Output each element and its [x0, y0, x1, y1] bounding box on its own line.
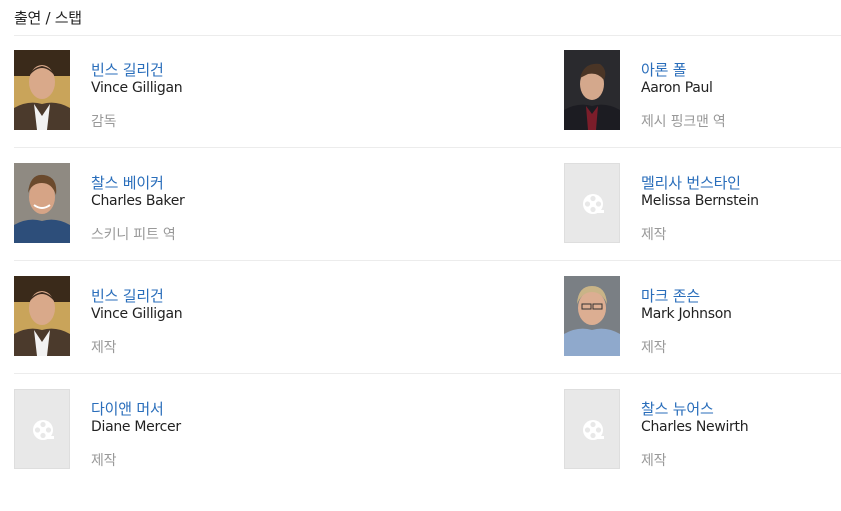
person-name-korean[interactable]: 찰스 베이커	[91, 172, 164, 193]
film-reel-placeholder-icon	[583, 194, 604, 214]
person-name-english: Melissa Bernstein	[641, 193, 759, 209]
person-card[interactable]: 마크 존슨 Mark Johnson 제작	[564, 276, 824, 358]
person-role: 제작	[641, 340, 667, 356]
person-name-korean[interactable]: 마크 존슨	[641, 285, 700, 306]
person-card[interactable]: 빈스 길리건 Vince Gilligan 제작	[14, 276, 274, 358]
divider	[14, 147, 841, 148]
divider	[14, 260, 841, 261]
person-name-korean[interactable]: 멜리사 번스타인	[641, 172, 741, 193]
person-name-korean[interactable]: 아론 폴	[641, 59, 687, 80]
person-photo[interactable]	[14, 276, 70, 356]
person-name-english: Charles Baker	[91, 193, 185, 209]
person-role: 제시 핑크맨 역	[641, 114, 726, 130]
film-reel-placeholder-icon	[33, 420, 54, 440]
person-name-english: Vince Gilligan	[91, 80, 183, 96]
person-card[interactable]: 멜리사 번스타인 Melissa Bernstein 제작	[564, 163, 824, 245]
person-name-english: Charles Newirth	[641, 419, 749, 435]
person-name-korean[interactable]: 빈스 길리건	[91, 59, 164, 80]
person-role: 제작	[91, 453, 117, 469]
person-role: 감독	[91, 114, 117, 130]
person-card[interactable]: 다이앤 머서 Diane Mercer 제작	[14, 389, 274, 471]
person-photo[interactable]	[564, 276, 620, 356]
person-photo[interactable]	[564, 50, 620, 130]
divider	[14, 35, 841, 36]
person-name-english: Aaron Paul	[641, 80, 713, 96]
person-name-korean[interactable]: 찰스 뉴어스	[641, 398, 714, 419]
person-photo[interactable]	[14, 163, 70, 243]
person-card[interactable]: 빈스 길리건 Vince Gilligan 감독	[14, 50, 274, 132]
section-title: 출연 / 스탭	[14, 9, 82, 27]
person-photo[interactable]	[14, 50, 70, 130]
person-name-english: Mark Johnson	[641, 306, 732, 322]
person-card[interactable]: 아론 폴 Aaron Paul 제시 핑크맨 역	[564, 50, 824, 132]
person-role: 제작	[641, 453, 667, 469]
photo-placeholder[interactable]	[564, 163, 620, 243]
film-reel-placeholder-icon	[583, 420, 604, 440]
divider	[14, 373, 841, 374]
person-name-korean[interactable]: 다이앤 머서	[91, 398, 164, 419]
person-card[interactable]: 찰스 뉴어스 Charles Newirth 제작	[564, 389, 824, 471]
person-name-korean[interactable]: 빈스 길리건	[91, 285, 164, 306]
person-name-english: Vince Gilligan	[91, 306, 183, 322]
photo-placeholder[interactable]	[14, 389, 70, 469]
person-role: 스키니 피트 역	[91, 227, 176, 243]
person-role: 제작	[91, 340, 117, 356]
person-role: 제작	[641, 227, 667, 243]
person-name-english: Diane Mercer	[91, 419, 181, 435]
person-card[interactable]: 찰스 베이커 Charles Baker 스키니 피트 역	[14, 163, 274, 245]
cast-staff-section: 출연 / 스탭 빈스 길리건 Vince Gilligan 감독 아론 폴 Aa…	[0, 0, 841, 511]
photo-placeholder[interactable]	[564, 389, 620, 469]
